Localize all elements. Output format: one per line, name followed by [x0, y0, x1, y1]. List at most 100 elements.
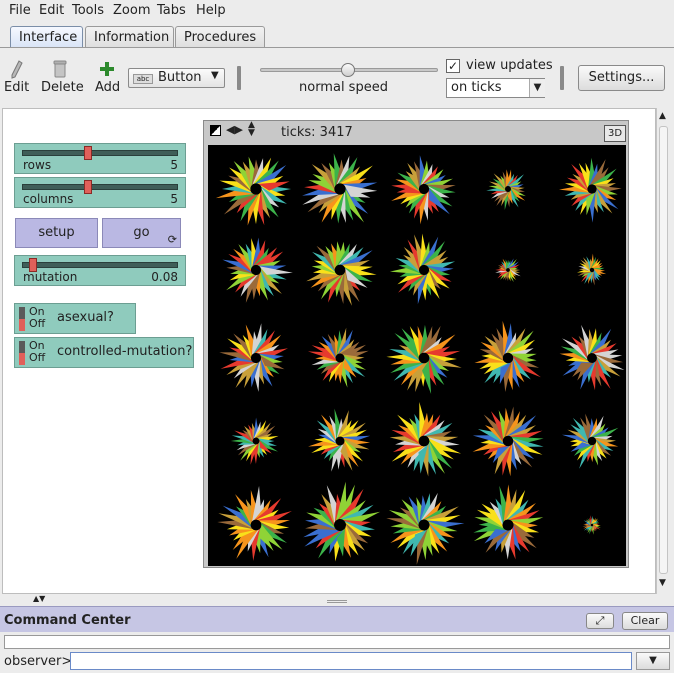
button-widget-icon: abc	[133, 74, 153, 84]
organism	[561, 413, 619, 469]
organism	[386, 492, 465, 565]
organism	[302, 153, 378, 224]
view-updates-checkbox[interactable]: ✓	[446, 59, 460, 73]
organism	[222, 237, 293, 303]
menu-bar: File Edit Tools Zoom Tabs Help	[0, 0, 674, 22]
vertical-scrollbar[interactable]: ▲ ▼	[656, 108, 670, 594]
organism	[303, 481, 381, 562]
collapse-arrows-icon[interactable]: ▲▼	[33, 594, 45, 603]
setup-label: setup	[38, 225, 75, 240]
expand-icon: ⤢	[595, 614, 605, 627]
slider-track[interactable]	[22, 150, 178, 156]
view-updates-label: view updates	[466, 58, 553, 73]
menu-edit[interactable]: Edit	[39, 3, 64, 18]
toolbar-separator	[560, 66, 564, 90]
menu-file[interactable]: File	[9, 3, 31, 18]
slider-knob[interactable]	[84, 146, 93, 160]
chevron-down-icon: ▼	[649, 655, 657, 666]
menu-zoom[interactable]: Zoom	[113, 3, 150, 18]
settings-button[interactable]: Settings...	[578, 65, 665, 91]
menu-tools[interactable]: Tools	[72, 3, 104, 18]
slider-track[interactable]	[22, 184, 178, 190]
horizontal-arrows-icon[interactable]: ◀▶	[226, 123, 243, 136]
organism	[219, 323, 288, 392]
pop-out-button[interactable]: ⤢	[586, 613, 614, 629]
vertical-arrows-icon[interactable]: ▲ ▼	[248, 121, 255, 138]
chevron-down-icon: ▼	[529, 79, 545, 97]
widget-type-label: Button	[158, 70, 202, 85]
asexual-label: asexual?	[57, 310, 114, 325]
command-input[interactable]	[70, 652, 632, 670]
organism	[386, 324, 462, 394]
organism	[307, 327, 369, 388]
history-dropdown[interactable]: ▼	[636, 652, 670, 670]
mutation-label: mutation	[23, 270, 78, 284]
chevron-down-icon[interactable]: ▼	[659, 578, 666, 588]
command-center-title: Command Center	[4, 613, 131, 628]
toolbar-separator	[237, 66, 241, 90]
organism	[215, 156, 292, 226]
asexual-switch[interactable]: On Off asexual?	[14, 303, 136, 334]
controlled-mutation-label: controlled-mutation?	[57, 344, 193, 359]
organism	[391, 155, 456, 225]
world-view[interactable]	[208, 145, 626, 566]
tab-procedures[interactable]: Procedures	[175, 26, 265, 48]
organism	[558, 157, 622, 223]
tab-interface[interactable]: Interface	[10, 26, 83, 48]
go-label: go	[133, 225, 150, 240]
controlled-mutation-switch[interactable]: On Off controlled-mutation?	[14, 337, 194, 368]
pencil-icon[interactable]	[10, 60, 24, 80]
speed-slider-knob[interactable]	[341, 63, 355, 77]
rows-value: 5	[170, 158, 178, 172]
organism	[582, 515, 601, 535]
slider-track[interactable]	[22, 262, 178, 268]
organism	[559, 324, 625, 391]
columns-value: 5	[170, 192, 178, 206]
organism	[389, 402, 462, 477]
edit-button[interactable]: Edit	[4, 80, 29, 95]
update-mode-value: on ticks	[451, 80, 502, 95]
organism	[389, 233, 456, 305]
ticks-counter: ticks: 3417	[281, 125, 353, 140]
tab-divider	[0, 47, 674, 48]
toggle-switch[interactable]	[19, 341, 25, 365]
speed-label: normal speed	[299, 80, 388, 95]
setup-button[interactable]: setup	[15, 218, 98, 248]
go-button[interactable]: go ⟳	[102, 218, 181, 248]
organism	[576, 253, 607, 286]
rows-label: rows	[23, 158, 52, 172]
tab-bar: Interface Information Procedures	[0, 22, 674, 48]
organism	[474, 320, 541, 393]
tab-information[interactable]: Information	[85, 26, 174, 48]
observer-prompt: observer>	[4, 654, 73, 669]
command-output[interactable]	[4, 635, 670, 649]
menu-tabs[interactable]: Tabs	[157, 3, 186, 18]
plus-icon[interactable]	[99, 61, 115, 77]
delete-button[interactable]: Delete	[41, 80, 84, 95]
mutation-value: 0.08	[151, 270, 178, 284]
mutation-slider[interactable]: mutation 0.08	[14, 255, 186, 286]
organism	[217, 485, 292, 561]
organism	[306, 241, 377, 306]
scrollbar-thumb[interactable]	[659, 126, 668, 574]
menu-help[interactable]: Help	[196, 3, 226, 18]
widget-type-dropdown[interactable]: abc Button ▼	[128, 68, 225, 88]
split-pane-divider[interactable]: ▲▼	[0, 594, 674, 606]
chevron-up-icon[interactable]: ▲	[659, 111, 666, 121]
toggle-switch[interactable]	[19, 307, 25, 331]
slider-knob[interactable]	[84, 180, 93, 194]
organism	[308, 408, 371, 472]
rows-slider[interactable]: rows 5	[14, 143, 186, 174]
trash-icon[interactable]	[53, 60, 67, 78]
on-off-label: On Off	[29, 339, 46, 364]
update-mode-dropdown[interactable]: on ticks ▼	[446, 78, 545, 98]
columns-slider[interactable]: columns 5	[14, 177, 186, 208]
command-center-header: Command Center ⤢ Clear	[0, 606, 674, 632]
view-size-icon[interactable]	[210, 125, 221, 136]
columns-label: columns	[23, 192, 74, 206]
chevron-down-icon: ▼	[211, 70, 219, 81]
add-button[interactable]: Add	[95, 80, 120, 95]
clear-button[interactable]: Clear	[622, 612, 668, 630]
3d-view-button[interactable]: 3D	[604, 125, 626, 142]
drag-handle-icon[interactable]	[327, 600, 347, 603]
